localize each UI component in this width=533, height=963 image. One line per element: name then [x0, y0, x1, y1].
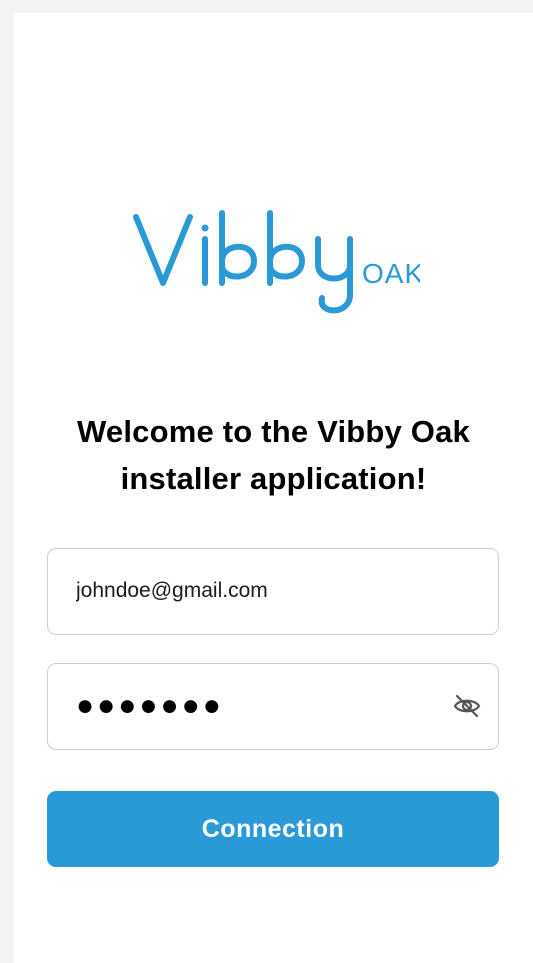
- eye-off-icon[interactable]: [452, 693, 482, 719]
- welcome-line-1: Welcome to the Vibby Oak: [77, 414, 470, 449]
- password-field[interactable]: [47, 663, 499, 750]
- logo-suffix: OAK: [362, 258, 420, 289]
- welcome-heading: Welcome to the Vibby Oak installer appli…: [14, 408, 533, 502]
- password-input[interactable]: [76, 664, 436, 748]
- vibby-oak-logo: OAK: [130, 203, 420, 328]
- email-input[interactable]: [76, 549, 436, 633]
- email-field[interactable]: [47, 548, 499, 635]
- connection-button[interactable]: Connection: [47, 791, 499, 867]
- login-screen: OAK Welcome to the Vibby Oak installer a…: [14, 13, 533, 963]
- logo-mark: OAK: [133, 210, 420, 314]
- welcome-line-2: installer application!: [120, 461, 427, 496]
